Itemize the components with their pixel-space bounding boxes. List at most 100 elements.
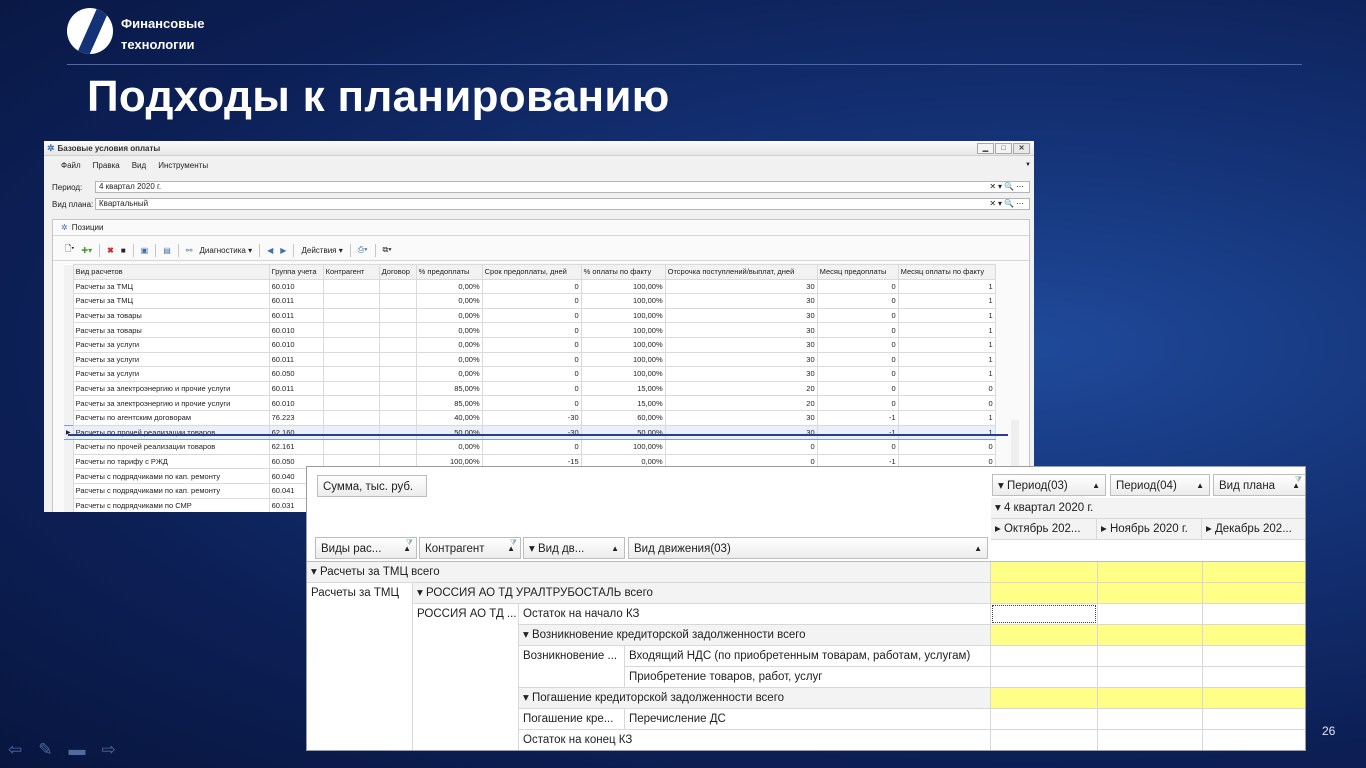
table-row[interactable]: Расчеты по агентским договорам 76.223 40,0… (64, 409, 996, 426)
table-row[interactable]: ▶ Расчеты по прочей реализации товаров 62.… (64, 424, 996, 441)
table-cell[interactable]: 30 (664, 424, 818, 441)
plan-type-field[interactable]: Квартальный ✕▾🔍⋯ (95, 198, 1030, 210)
actions-button[interactable]: Действия ▾ (301, 246, 342, 255)
menu-edit[interactable]: Правка (93, 161, 120, 170)
table-cell[interactable]: 76.223 (268, 409, 324, 426)
column-header[interactable]: Месяц оплаты по факту (897, 264, 996, 280)
table-cell[interactable]: 15,00% (580, 380, 666, 397)
back-arrow-icon[interactable]: ⇦ (8, 740, 22, 760)
table-cell[interactable] (322, 366, 380, 382)
table-cell[interactable]: Расчеты по прочей реализации товаров (72, 439, 270, 455)
table-cell[interactable]: 0,00% (415, 278, 483, 295)
menu-view[interactable]: Вид (132, 161, 146, 170)
table-cell[interactable]: 30 (664, 351, 818, 368)
table-cell[interactable]: 30 (664, 307, 818, 324)
table-cell[interactable]: 0,00% (415, 293, 483, 309)
table-cell[interactable]: 0 (481, 366, 582, 382)
table-cell[interactable]: 1 (897, 366, 996, 382)
table-cell[interactable]: 100,00% (580, 293, 666, 309)
table-cell[interactable] (378, 351, 417, 368)
table-cell[interactable]: 0 (897, 395, 996, 411)
table-cell[interactable]: 0 (897, 439, 996, 455)
table-cell[interactable]: 60.010 (268, 336, 324, 353)
row-field-movement03[interactable]: Вид движения(03) ▲ (628, 537, 988, 559)
table-cell[interactable]: 1 (897, 409, 996, 426)
table-cell[interactable] (378, 395, 417, 411)
column-header[interactable]: Вид расчетов (72, 264, 270, 280)
table-cell[interactable]: -30 (481, 424, 582, 441)
month-dec[interactable]: ▸ Декабрь 202... (1202, 519, 1305, 540)
row-total-tmc[interactable]: ▾ Расчеты за ТМЦ всего (307, 562, 991, 583)
table-cell[interactable]: 1 (897, 293, 996, 309)
period03-header[interactable]: ▾ Период(03) ▲ (992, 474, 1106, 496)
table-cell[interactable]: 1 (897, 336, 996, 353)
table-cell[interactable]: 0 (816, 366, 899, 382)
plan-type-header[interactable]: Вид плана ▲ ⧩ (1213, 474, 1305, 496)
table-cell[interactable]: Расчеты за товары (72, 322, 270, 338)
table-cell[interactable] (378, 366, 417, 382)
table-cell[interactable]: 30 (664, 366, 818, 382)
menu-file[interactable]: Файл (61, 161, 81, 170)
table-cell[interactable]: 62.160 (268, 424, 324, 441)
table-cell[interactable]: 100,00% (580, 322, 666, 338)
table-cell[interactable]: 60.010 (268, 322, 324, 338)
table-row[interactable]: Расчеты за ТМЦ 60.010 0,00% 0 100,00% 30 0 1 (64, 278, 996, 295)
quarter-header[interactable]: ▾ 4 квартал 2020 г. (991, 498, 1305, 519)
field-actions-icon[interactable]: ✕▾🔍⋯ (989, 199, 1029, 209)
table-cell[interactable]: Расчеты за ТМЦ (72, 278, 270, 295)
table-cell[interactable] (322, 409, 380, 426)
table-cell[interactable]: 50,00% (415, 424, 483, 441)
column-header[interactable]: % предоплаты (415, 264, 483, 280)
table-cell[interactable]: 0 (481, 336, 582, 353)
table-cell[interactable]: 0,00% (415, 336, 483, 353)
maximize-button[interactable]: □ (995, 142, 1012, 154)
month-nov[interactable]: ▸ Ноябрь 2020 г. (1097, 519, 1202, 540)
table-cell[interactable] (378, 380, 417, 397)
table-cell[interactable]: 0 (481, 278, 582, 295)
table-row[interactable]: Расчеты за товары 60.011 0,00% 0 100,00% 30 0 1 (64, 307, 996, 324)
period04-header[interactable]: Период(04) ▲ (1110, 474, 1210, 496)
table-cell[interactable]: Расчеты за услуги (72, 366, 270, 382)
table-cell[interactable]: 60.011 (268, 293, 324, 309)
column-header[interactable]: Отсрочка поступлений/выплат, дней (664, 264, 818, 280)
column-header[interactable]: Группа учета (268, 264, 324, 280)
table-cell[interactable] (322, 380, 380, 397)
table-cell[interactable] (378, 293, 417, 309)
delete-icon[interactable]: ✖ (107, 246, 114, 255)
table-cell[interactable] (378, 424, 417, 441)
table-cell[interactable]: 100,00% (580, 351, 666, 368)
save-icon[interactable]: ▣ (141, 246, 149, 255)
table-cell[interactable]: 20 (664, 380, 818, 397)
table-cell[interactable]: 30 (664, 409, 818, 426)
table-cell[interactable]: Расчеты по прочей реализации товаров (72, 424, 270, 441)
table-cell[interactable]: Расчеты за электроэнергию и прочие услуг… (72, 395, 270, 411)
table-cell[interactable]: 60.050 (268, 366, 324, 382)
column-header[interactable]: Месяц предоплаты (816, 264, 899, 280)
table-cell[interactable]: 0 (816, 439, 899, 455)
table-cell[interactable] (378, 409, 417, 426)
table-row[interactable]: Расчеты за товары 60.010 0,00% 0 100,00% 30 0 1 (64, 322, 996, 338)
column-header[interactable]: Договор (378, 264, 417, 280)
table-cell[interactable]: 1 (897, 424, 996, 441)
table-cell[interactable]: 100,00% (580, 336, 666, 353)
table-cell[interactable]: 85,00% (415, 380, 483, 397)
table-cell[interactable]: 30 (664, 322, 818, 338)
period-field[interactable]: 4 квартал 2020 г. ✕▾🔍⋯ (95, 181, 1030, 193)
table-cell[interactable]: 62.161 (268, 439, 324, 455)
menu-collapse-icon[interactable]: ▼ (1025, 162, 1031, 168)
forward-icon[interactable]: ▶ (280, 246, 286, 255)
minimize-button[interactable]: ▁ (977, 142, 994, 154)
table-cell[interactable]: -1 (816, 409, 899, 426)
table-cell[interactable] (322, 336, 380, 353)
export-icon[interactable]: ▤ (163, 246, 171, 255)
table-cell[interactable]: 0 (816, 322, 899, 338)
table-cell[interactable]: 100,00% (580, 307, 666, 324)
table-cell[interactable]: 0 (481, 293, 582, 309)
table-cell[interactable]: Расчеты за товары (72, 307, 270, 324)
menu-tools[interactable]: Инструменты (158, 161, 208, 170)
table-cell[interactable]: 1 (897, 278, 996, 295)
table-cell[interactable]: 0 (816, 336, 899, 353)
row-liability-repayment-total[interactable]: ▾ Погашение кредиторской задолженности в… (519, 688, 991, 709)
table-cell[interactable]: 0 (816, 380, 899, 397)
row-field-movement-type[interactable]: ▾ Вид дв... ▲ (523, 537, 625, 559)
